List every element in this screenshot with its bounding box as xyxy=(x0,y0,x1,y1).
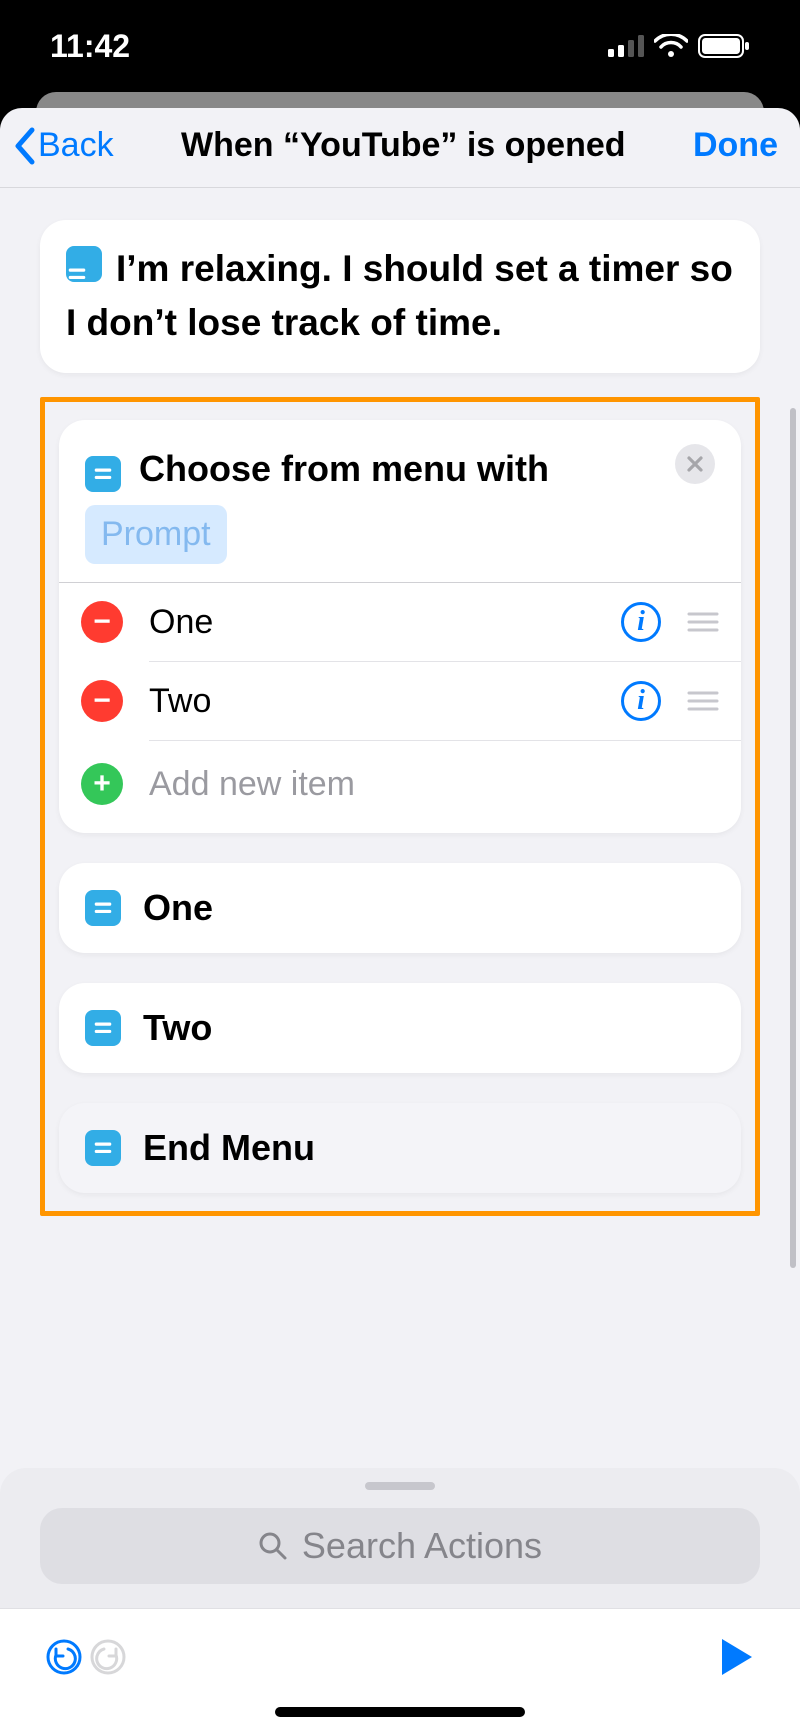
scripting-icon xyxy=(85,1010,121,1046)
scripting-icon xyxy=(66,246,102,282)
editor-sheet: Back When “YouTube” is opened Done I’m r… xyxy=(0,108,800,1731)
text-action-content: I’m relaxing. I should set a timer so I … xyxy=(66,248,733,343)
redo-button[interactable] xyxy=(86,1635,130,1679)
menu-item-row: − Two i xyxy=(59,662,741,740)
menu-item-label[interactable]: One xyxy=(149,603,595,642)
search-icon xyxy=(258,1531,288,1561)
plus-icon: + xyxy=(93,767,111,801)
menu-item-label[interactable]: Two xyxy=(149,682,595,721)
play-icon xyxy=(718,1637,754,1677)
status-bar: 11:42 xyxy=(0,0,800,92)
search-actions-field[interactable]: Search Actions xyxy=(40,1508,760,1584)
home-indicator xyxy=(275,1707,525,1717)
end-menu-card[interactable]: End Menu xyxy=(59,1103,741,1193)
run-button[interactable] xyxy=(714,1635,758,1679)
add-item-placeholder: Add new item xyxy=(149,765,355,804)
menu-item-row: − One i xyxy=(59,583,741,661)
scripting-icon xyxy=(85,890,121,926)
highlighted-action-group: Choose from menu with Prompt − One i xyxy=(40,397,760,1216)
wifi-icon xyxy=(654,34,688,58)
chevron-left-icon xyxy=(12,127,36,165)
workflow-content[interactable]: I’m relaxing. I should set a timer so I … xyxy=(0,188,800,1460)
scripting-icon xyxy=(85,456,121,492)
reorder-handle[interactable] xyxy=(687,610,719,634)
remove-item-button[interactable]: − xyxy=(81,601,123,643)
back-label: Back xyxy=(38,126,114,165)
menu-case-label: One xyxy=(143,887,213,929)
undo-button[interactable] xyxy=(42,1635,86,1679)
undo-icon xyxy=(44,1637,84,1677)
choose-from-menu-card[interactable]: Choose from menu with Prompt − One i xyxy=(59,420,741,833)
drawer-grabber[interactable] xyxy=(365,1482,435,1490)
add-item-button[interactable]: + xyxy=(81,763,123,805)
prompt-token[interactable]: Prompt xyxy=(85,505,227,565)
add-item-row[interactable]: + Add new item xyxy=(59,741,741,833)
redo-icon xyxy=(88,1637,128,1677)
done-button[interactable]: Done xyxy=(693,126,778,165)
search-placeholder: Search Actions xyxy=(302,1525,542,1567)
info-button[interactable]: i xyxy=(621,602,661,642)
actions-drawer[interactable]: Search Actions xyxy=(0,1468,800,1608)
reorder-handle[interactable] xyxy=(687,689,719,713)
reorder-icon xyxy=(687,689,719,713)
delete-action-button[interactable] xyxy=(675,444,715,484)
status-time: 11:42 xyxy=(50,28,130,65)
close-icon xyxy=(686,455,704,473)
end-menu-label: End Menu xyxy=(143,1127,315,1169)
remove-item-button[interactable]: − xyxy=(81,680,123,722)
back-button[interactable]: Back xyxy=(12,126,114,165)
menu-case-card[interactable]: One xyxy=(59,863,741,953)
scripting-icon xyxy=(85,1130,121,1166)
battery-icon xyxy=(698,34,750,58)
menu-case-card[interactable]: Two xyxy=(59,983,741,1073)
scroll-indicator xyxy=(790,408,796,1268)
choose-menu-label: Choose from menu with xyxy=(139,448,549,489)
reorder-icon xyxy=(687,610,719,634)
status-icons xyxy=(608,34,750,58)
nav-bar: Back When “YouTube” is opened Done xyxy=(0,108,800,188)
info-button[interactable]: i xyxy=(621,681,661,721)
text-action-card[interactable]: I’m relaxing. I should set a timer so I … xyxy=(40,220,760,373)
info-icon: i xyxy=(637,606,645,638)
cellular-icon xyxy=(608,35,644,57)
info-icon: i xyxy=(637,685,645,717)
page-title: When “YouTube” is opened xyxy=(181,126,626,165)
menu-case-label: Two xyxy=(143,1007,212,1049)
